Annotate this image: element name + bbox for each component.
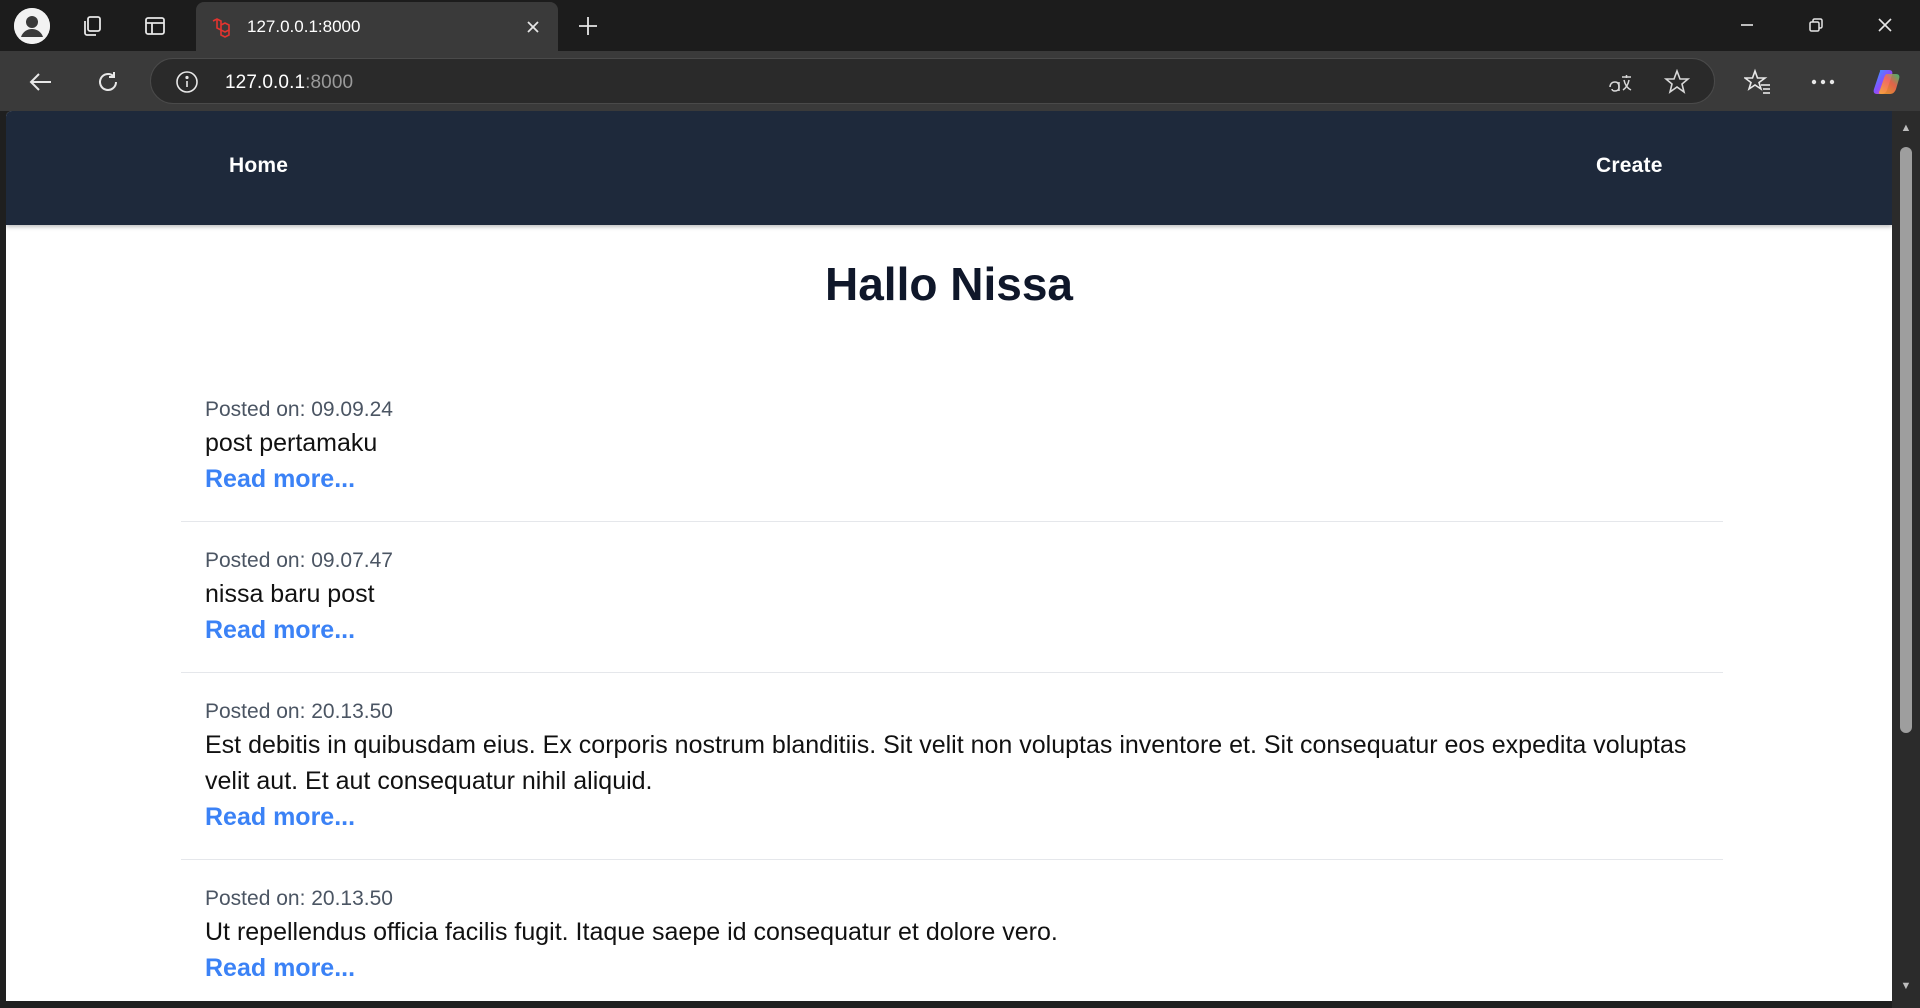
post-date: Posted on: 20.13.50 [205, 700, 393, 723]
post-date: Posted on: 09.07.47 [205, 549, 393, 572]
post-date: Posted on: 20.13.50 [205, 887, 393, 910]
favorite-star-icon[interactable] [1663, 68, 1691, 96]
address-bar[interactable]: 127.0.0.1:8000 [150, 58, 1715, 104]
scroll-up-arrow-icon[interactable]: ▲ [1900, 123, 1912, 134]
new-tab-plus-icon[interactable] [572, 10, 604, 42]
post-item: Posted on: 09.09.24 post pertamaku Read … [181, 371, 1723, 522]
back-arrow-icon[interactable] [22, 63, 60, 101]
scrollbar-thumb[interactable] [1900, 147, 1912, 733]
url-text[interactable]: 127.0.0.1:8000 [225, 72, 353, 94]
page-title: Hallo Nissa [825, 258, 1073, 310]
laravel-favicon-icon [210, 16, 234, 40]
page-viewport: Home Create Hallo Nissa Posted on: 09.09… [6, 111, 1892, 1001]
tab-actions-icon[interactable] [139, 10, 171, 42]
profile-avatar-icon[interactable] [14, 8, 50, 44]
favorites-icon[interactable] [1739, 63, 1777, 101]
more-menu-icon[interactable] [1804, 63, 1842, 101]
read-more-link[interactable]: Read more... [205, 950, 355, 986]
post-item: Posted on: 20.13.50 Ut repellendus offic… [181, 860, 1723, 1001]
browser-toolbar: 127.0.0.1:8000 [0, 51, 1920, 111]
post-body: post pertamaku [205, 429, 378, 457]
scroll-down-arrow-icon[interactable]: ▼ [1900, 981, 1912, 992]
restore-icon[interactable] [1796, 8, 1836, 42]
post-body: nissa baru post [205, 580, 375, 608]
workspaces-icon[interactable] [76, 10, 108, 42]
post-body: Ut repellendus officia facilis fugit. It… [205, 918, 1058, 946]
tab-title: 127.0.0.1:8000 [247, 17, 361, 36]
url-host: 127.0.0.1 [225, 72, 306, 93]
tab-close-icon[interactable] [520, 14, 546, 40]
nav-create-link[interactable]: Create [1596, 154, 1663, 178]
post-body: Est debitis in quibusdam eius. Ex corpor… [205, 731, 1687, 795]
page-scrollbar[interactable]: ▲ ▼ [1892, 111, 1920, 1008]
close-window-icon[interactable] [1865, 8, 1905, 42]
refresh-icon[interactable] [89, 63, 127, 101]
active-tab[interactable]: 127.0.0.1:8000 [196, 2, 558, 51]
nav-home-link[interactable]: Home [229, 154, 288, 178]
copilot-icon[interactable] [1868, 63, 1906, 101]
post-date: Posted on: 09.09.24 [205, 398, 393, 421]
site-navbar: Home Create [6, 111, 1892, 225]
post-item: Posted on: 09.07.47 nissa baru post Read… [181, 522, 1723, 673]
read-more-link[interactable]: Read more... [205, 461, 355, 497]
tab-strip: 127.0.0.1:8000 [0, 0, 1920, 51]
read-more-link[interactable]: Read more... [205, 612, 355, 648]
read-more-link[interactable]: Read more... [205, 799, 355, 835]
minimize-icon[interactable] [1727, 8, 1767, 42]
translate-icon[interactable] [1607, 68, 1635, 96]
post-item: Posted on: 20.13.50 Est debitis in quibu… [181, 673, 1723, 860]
site-info-icon[interactable] [175, 70, 199, 94]
browser-window: 127.0.0.1:8000 127.0.0.1:8000 Home Creat… [0, 0, 1920, 1008]
url-port: :8000 [305, 72, 354, 93]
post-list: Posted on: 09.09.24 post pertamaku Read … [181, 371, 1723, 1001]
